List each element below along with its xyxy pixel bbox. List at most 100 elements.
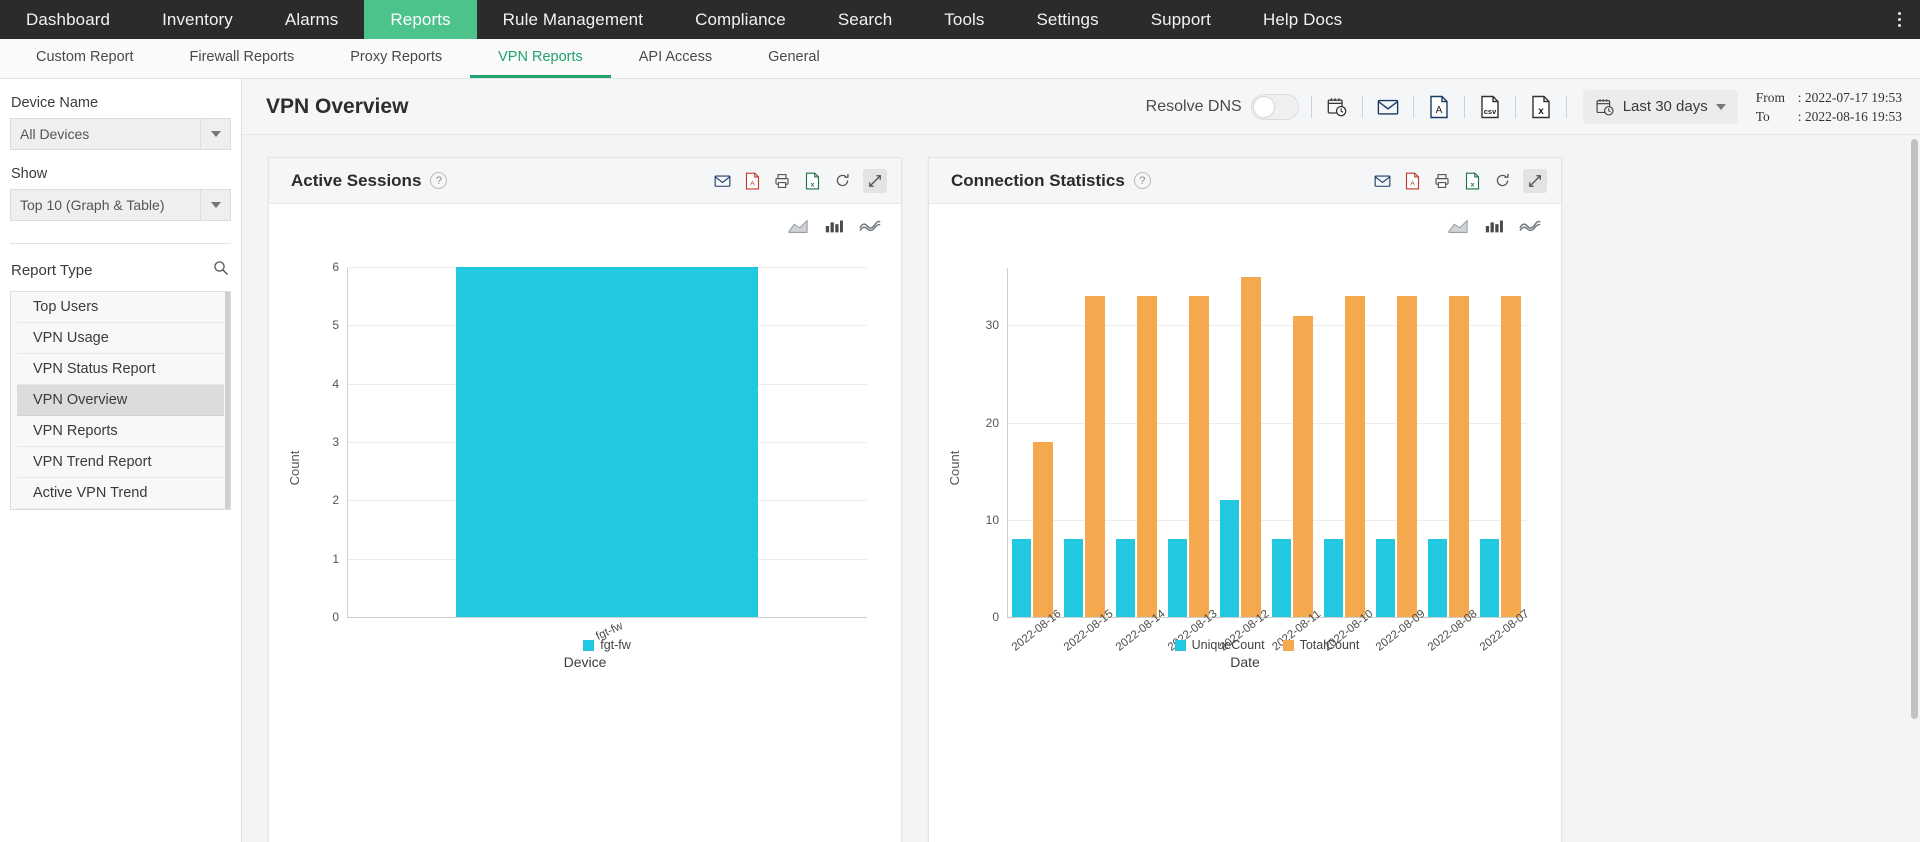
csv-icon[interactable]: csv bbox=[1477, 94, 1503, 120]
calendar-icon bbox=[1596, 98, 1614, 115]
subnav-item-firewall-reports[interactable]: Firewall Reports bbox=[162, 39, 323, 78]
bar[interactable] bbox=[1271, 539, 1292, 617]
y-axis-tick: 0 bbox=[992, 610, 999, 624]
expand-icon[interactable] bbox=[1523, 168, 1547, 193]
topnav-item-rule-management[interactable]: Rule Management bbox=[477, 0, 669, 39]
topnav-item-reports[interactable]: Reports bbox=[364, 0, 477, 39]
refresh-icon[interactable] bbox=[1493, 172, 1511, 190]
line-chart-icon[interactable] bbox=[1519, 216, 1541, 236]
device-name-select[interactable]: All Devices bbox=[10, 118, 231, 150]
svg-text:A: A bbox=[1410, 180, 1415, 187]
bar[interactable] bbox=[1241, 276, 1261, 617]
bar[interactable] bbox=[1427, 539, 1448, 617]
legend-swatch bbox=[583, 639, 595, 651]
bar[interactable] bbox=[1375, 539, 1396, 617]
email-icon[interactable] bbox=[713, 172, 731, 190]
topnav-item-alarms[interactable]: Alarms bbox=[259, 0, 365, 39]
report-type-item-vpn-usage[interactable]: VPN Usage bbox=[17, 323, 224, 354]
topnav-item-inventory[interactable]: Inventory bbox=[136, 0, 259, 39]
bar-chart-icon[interactable] bbox=[1483, 216, 1505, 236]
help-icon[interactable]: ? bbox=[430, 172, 448, 189]
bar[interactable] bbox=[1479, 539, 1500, 617]
report-type-item-vpn-trend-report[interactable]: VPN Trend Report bbox=[17, 447, 224, 478]
bar-chart-icon[interactable] bbox=[823, 216, 845, 236]
excel-icon[interactable]: x bbox=[803, 172, 821, 190]
email-icon[interactable] bbox=[1373, 172, 1391, 190]
y-axis-tick: 10 bbox=[985, 512, 999, 527]
bar[interactable] bbox=[1293, 315, 1313, 617]
topnav-item-support[interactable]: Support bbox=[1125, 0, 1237, 39]
report-type-item-vpn-overview[interactable]: VPN Overview bbox=[17, 385, 224, 416]
topnav-item-dashboard[interactable]: Dashboard bbox=[0, 0, 136, 39]
search-icon[interactable] bbox=[213, 260, 229, 281]
bar[interactable] bbox=[1167, 539, 1188, 617]
bar[interactable] bbox=[1397, 296, 1417, 617]
bar[interactable] bbox=[1345, 296, 1365, 617]
chevron-down-icon[interactable] bbox=[200, 190, 230, 220]
bar[interactable] bbox=[1085, 296, 1105, 617]
subnav-item-vpn-reports[interactable]: VPN Reports bbox=[470, 39, 611, 78]
area-chart-icon[interactable] bbox=[787, 216, 809, 236]
report-type-header: Report Type bbox=[11, 260, 229, 281]
print-icon[interactable] bbox=[773, 172, 791, 190]
topnav-item-help-docs[interactable]: Help Docs bbox=[1237, 0, 1368, 39]
report-type-item-vpn-reports[interactable]: VPN Reports bbox=[17, 416, 224, 447]
bar[interactable] bbox=[1115, 539, 1136, 617]
topnav-item-compliance[interactable]: Compliance bbox=[669, 0, 812, 39]
topnav-item-settings[interactable]: Settings bbox=[1010, 0, 1124, 39]
subnav-item-general[interactable]: General bbox=[740, 39, 848, 78]
pdf-icon[interactable]: A bbox=[1403, 172, 1421, 190]
help-icon[interactable]: ? bbox=[1133, 172, 1151, 189]
report-panels: Active Sessions? Ax Count 0 1 2 3 4 5 6 fgt-fw fgt-… bbox=[242, 135, 1920, 842]
bar[interactable] bbox=[1011, 539, 1032, 617]
report-type-item-active-vpn-trend[interactable]: Active VPN Trend bbox=[17, 478, 224, 509]
line-chart-icon[interactable] bbox=[859, 216, 881, 236]
report-type-list[interactable]: Top Users VPN Usage VPN Status Report VPN O… bbox=[10, 291, 231, 510]
excel-icon[interactable]: x bbox=[1463, 172, 1481, 190]
bar[interactable] bbox=[1189, 296, 1209, 617]
topnav-item-tools[interactable]: Tools bbox=[918, 0, 1010, 39]
bar[interactable] bbox=[1449, 296, 1469, 617]
show-select[interactable]: Top 10 (Graph & Table) bbox=[10, 189, 231, 221]
topnav-item-search[interactable]: Search bbox=[812, 0, 918, 39]
bar[interactable] bbox=[1033, 442, 1053, 617]
legend-item[interactable]: fgt-fw bbox=[583, 638, 631, 652]
refresh-icon[interactable] bbox=[833, 172, 851, 190]
chart-type-tools bbox=[269, 204, 901, 236]
chevron-down-icon[interactable] bbox=[200, 119, 230, 149]
bar[interactable] bbox=[1219, 500, 1240, 617]
more-options-icon[interactable] bbox=[1884, 0, 1914, 39]
resolve-dns-toggle[interactable] bbox=[1250, 93, 1299, 120]
subnav-item-api-access[interactable]: API Access bbox=[611, 39, 740, 78]
date-range-selector[interactable]: Last 30 days bbox=[1582, 89, 1738, 124]
legend-item[interactable]: TotalCount bbox=[1282, 638, 1359, 652]
bar[interactable] bbox=[1323, 539, 1344, 617]
area-chart-icon[interactable] bbox=[1447, 216, 1469, 236]
bar[interactable] bbox=[1063, 539, 1084, 617]
subnav-item-custom-report[interactable]: Custom Report bbox=[8, 39, 162, 78]
bar[interactable] bbox=[1137, 296, 1157, 617]
report-type-list-scrollbar[interactable] bbox=[225, 292, 230, 509]
plot-area: 0 10 20 30 2022-08-16 2022-08-15 2022-08-14 202… bbox=[986, 268, 1532, 654]
toolbar-actions: Resolve DNS A csv x Last 30 days From: … bbox=[1146, 88, 1902, 126]
report-type-item-vpn-status-report[interactable]: VPN Status Report bbox=[17, 354, 224, 385]
excel-icon[interactable]: x bbox=[1528, 94, 1554, 120]
email-icon[interactable] bbox=[1375, 94, 1401, 120]
divider bbox=[1514, 95, 1516, 118]
x-axis-line bbox=[347, 617, 867, 618]
svg-text:A: A bbox=[1435, 105, 1442, 116]
from-value: : 2022-07-17 19:53 bbox=[1797, 89, 1902, 105]
legend-item[interactable]: UniqueCount bbox=[1174, 638, 1265, 652]
bar[interactable] bbox=[456, 267, 758, 617]
y-axis-tick: 0 bbox=[332, 610, 339, 624]
pdf-icon[interactable]: A bbox=[1426, 94, 1452, 120]
main-scrollbar[interactable] bbox=[1911, 139, 1918, 719]
schedule-icon[interactable] bbox=[1324, 94, 1350, 120]
pdf-icon[interactable]: A bbox=[743, 172, 761, 190]
report-type-item-top-users[interactable]: Top Users bbox=[17, 292, 224, 323]
bar[interactable] bbox=[1501, 296, 1521, 617]
subnav-item-proxy-reports[interactable]: Proxy Reports bbox=[322, 39, 470, 78]
panel-header: Active Sessions? Ax bbox=[269, 158, 901, 204]
print-icon[interactable] bbox=[1433, 172, 1451, 190]
expand-icon[interactable] bbox=[863, 168, 887, 193]
